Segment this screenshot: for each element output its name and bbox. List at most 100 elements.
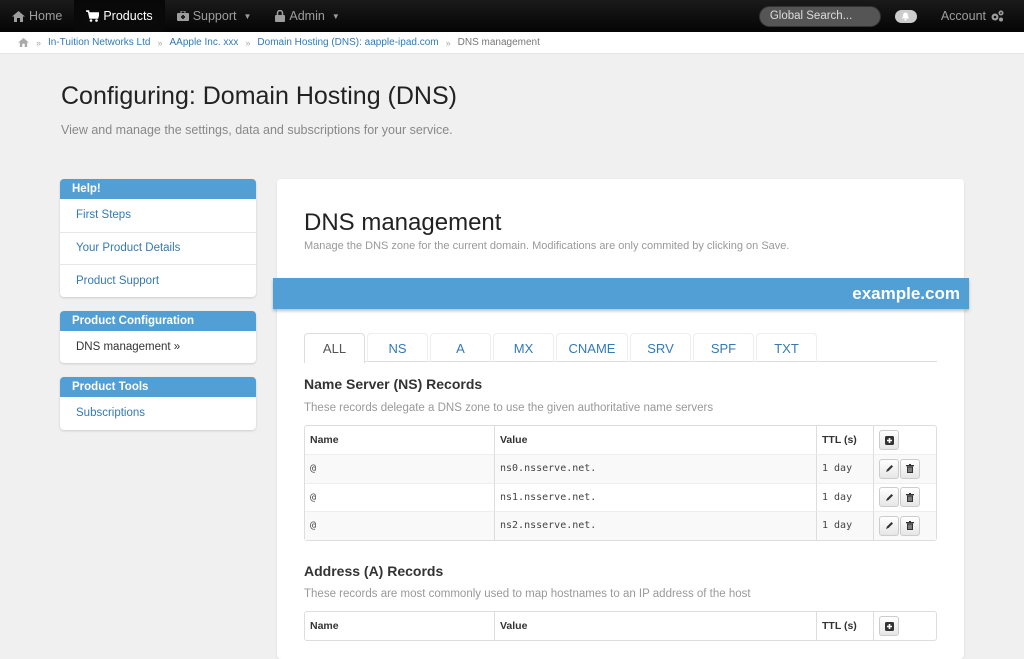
product-tools-panel: Product Tools Subscriptions xyxy=(60,377,256,430)
help-panel-heading: Help! xyxy=(60,179,256,199)
pencil-icon xyxy=(885,522,893,530)
support-icon xyxy=(176,11,189,21)
tab-mx[interactable]: MX xyxy=(493,333,554,362)
col-ttl-header: TTL (s) xyxy=(816,426,873,454)
breadcrumb-current: DNS management xyxy=(457,37,540,48)
dns-title: DNS management xyxy=(304,209,502,236)
record-ttl: 1 day xyxy=(816,454,873,483)
record-name: @ xyxy=(305,511,494,540)
record-ttl: 1 day xyxy=(816,482,873,511)
record-name: @ xyxy=(305,454,494,483)
trash-icon xyxy=(906,464,914,474)
record-actions xyxy=(873,454,936,483)
ns-section-title: Name Server (NS) Records xyxy=(304,376,483,392)
ns-section-desc: These records delegate a DNS zone to use… xyxy=(304,402,714,414)
account-menu[interactable]: Account xyxy=(941,9,1004,23)
sidebar-item-product-support[interactable]: Product Support xyxy=(60,264,256,297)
product-configuration-heading: Product Configuration xyxy=(60,310,256,331)
product-tools-heading: Product Tools xyxy=(60,377,256,397)
nav-products[interactable]: Products xyxy=(74,0,165,32)
col-name-header: Name xyxy=(310,434,339,446)
ns-records-table: Name Value TTL (s) @ ns0.nsserve.net. 1 … xyxy=(304,425,937,541)
tab-ns[interactable]: NS xyxy=(367,333,428,362)
col-value-header: Value xyxy=(494,426,816,454)
edit-record-button[interactable] xyxy=(879,458,899,479)
top-navbar: Home Products Support ▼ Admin ▼ Global S… xyxy=(0,0,1024,32)
record-value: ns1.nsserve.net. xyxy=(494,482,816,511)
page-title: Configuring: Domain Hosting (DNS) xyxy=(61,82,457,110)
bell-icon xyxy=(902,12,910,21)
a-records-table: Name Value TTL (s) xyxy=(304,611,937,641)
col-value-header: Value xyxy=(494,612,816,640)
add-ns-record-button[interactable] xyxy=(879,430,899,450)
home-icon xyxy=(12,10,25,22)
dns-subtitle: Manage the DNS zone for the current doma… xyxy=(304,240,790,252)
tab-a[interactable]: A xyxy=(430,333,491,362)
pencil-icon xyxy=(885,465,893,473)
tab-cname[interactable]: CNAME xyxy=(556,333,628,362)
sidebar-item-dns-management[interactable]: DNS management » xyxy=(60,331,256,364)
breadcrumb-separator: » xyxy=(157,37,163,48)
caret-down-icon: ▼ xyxy=(243,11,252,21)
plus-square-icon xyxy=(884,621,894,631)
table-row: @ ns0.nsserve.net. 1 day xyxy=(305,454,936,483)
nav-home[interactable]: Home xyxy=(0,0,74,32)
breadcrumb-separator: » xyxy=(36,37,42,48)
tab-srv[interactable]: SRV xyxy=(630,333,691,362)
record-ttl: 1 day xyxy=(816,511,873,540)
delete-record-button[interactable] xyxy=(900,487,920,508)
nav-support-label: Support xyxy=(192,9,237,23)
nav-home-label: Home xyxy=(29,9,63,23)
col-ttl-header: TTL (s) xyxy=(816,612,873,640)
page-header: Configuring: Domain Hosting (DNS) View a… xyxy=(0,54,1024,179)
breadcrumb-link-service[interactable]: Domain Hosting (DNS): aapple-ipad.com xyxy=(257,37,438,48)
trash-icon xyxy=(906,492,914,502)
edit-record-button[interactable] xyxy=(879,487,899,508)
sidebar-item-first-steps[interactable]: First Steps xyxy=(60,199,256,232)
global-search-placeholder: Global Search... xyxy=(769,10,853,22)
delete-record-button[interactable] xyxy=(900,515,920,536)
a-section-title: Address (A) Records xyxy=(304,563,444,579)
page-subtitle: View and manage the settings, data and s… xyxy=(61,123,453,137)
breadcrumb-link-customer[interactable]: AApple Inc. xxx xyxy=(169,37,238,48)
domain-name: example.com xyxy=(852,283,960,303)
notifications-button[interactable] xyxy=(894,9,917,23)
delete-record-button[interactable] xyxy=(900,458,920,479)
tab-txt[interactable]: TXT xyxy=(756,333,817,362)
table-header-row: Name Value TTL (s) xyxy=(305,426,936,454)
tab-all[interactable]: ALL xyxy=(304,333,365,363)
home-icon[interactable] xyxy=(18,38,29,47)
col-actions-header xyxy=(873,612,936,640)
dns-management-card: DNS management Manage the DNS zone for t… xyxy=(273,179,969,659)
pencil-icon xyxy=(885,493,893,501)
col-name-header: Name xyxy=(310,620,339,632)
help-panel: Help! First Steps Your Product Details P… xyxy=(60,179,256,297)
trash-icon xyxy=(906,521,914,531)
global-search-input[interactable]: Global Search... xyxy=(758,5,881,27)
col-actions-header xyxy=(873,426,936,454)
sidebar-item-subscriptions[interactable]: Subscriptions xyxy=(60,397,256,430)
table-row: @ ns2.nsserve.net. 1 day xyxy=(305,511,936,540)
nav-admin-label: Admin xyxy=(289,9,325,23)
tab-spf[interactable]: SPF xyxy=(693,333,754,362)
breadcrumb-link-account[interactable]: In-Tuition Networks Ltd xyxy=(48,37,150,48)
lock-icon xyxy=(275,10,286,22)
product-configuration-panel: Product Configuration DNS management » xyxy=(60,310,256,364)
cart-icon xyxy=(86,10,100,22)
domain-banner: example.com xyxy=(273,278,969,309)
record-actions xyxy=(873,511,936,540)
breadcrumb-separator: » xyxy=(445,37,451,48)
record-name: @ xyxy=(305,482,494,512)
add-a-record-button[interactable] xyxy=(879,616,899,636)
breadcrumb-separator: » xyxy=(245,37,251,48)
nav-admin[interactable]: Admin ▼ xyxy=(263,0,351,32)
edit-record-button[interactable] xyxy=(879,515,899,536)
record-actions xyxy=(873,482,936,511)
table-row: @ ns1.nsserve.net. 1 day xyxy=(305,482,936,512)
record-value: ns0.nsserve.net. xyxy=(494,454,816,483)
nav-support[interactable]: Support ▼ xyxy=(165,0,264,32)
sidebar-item-product-details[interactable]: Your Product Details xyxy=(60,231,256,265)
a-section-desc: These records are most commonly used to … xyxy=(304,588,751,600)
record-type-tabs: ALL NS A MX CNAME SRV SPF TXT xyxy=(304,333,937,363)
sidebar: Help! First Steps Your Product Details P… xyxy=(60,179,256,444)
